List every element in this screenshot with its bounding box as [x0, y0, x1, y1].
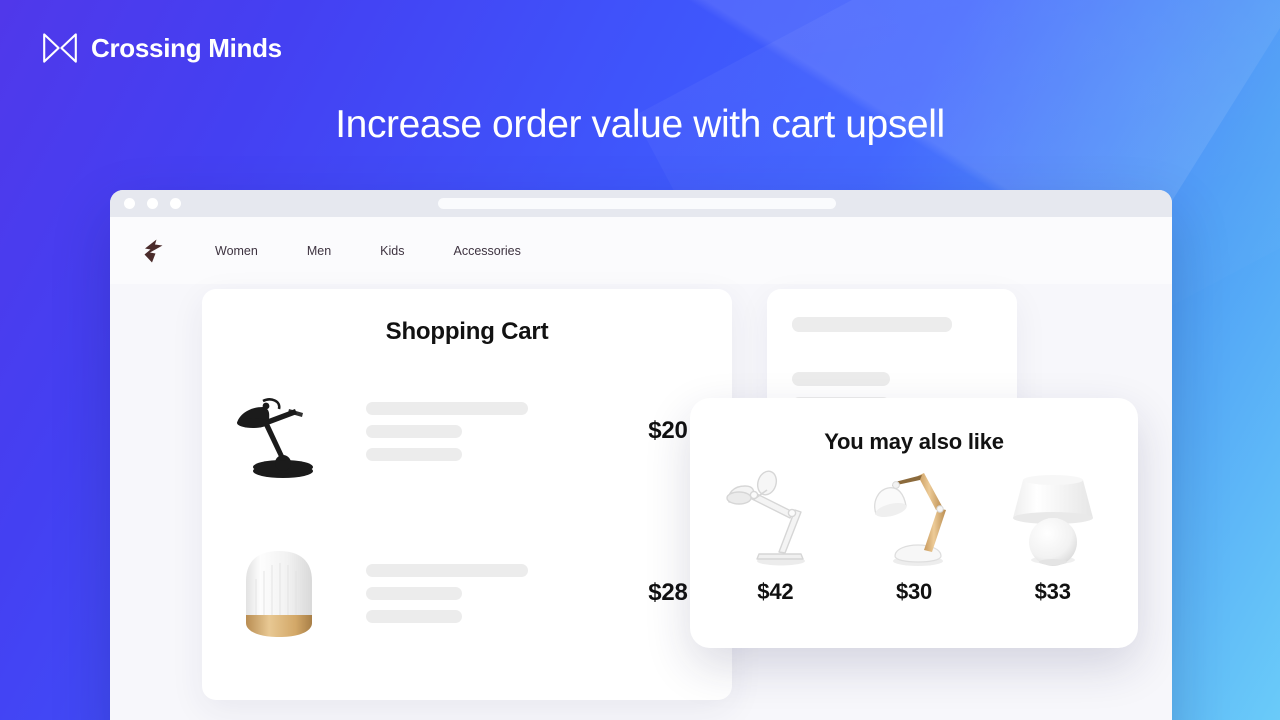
page-title: Increase order value with cart upsell: [335, 103, 945, 146]
shopping-cart-card: Shopping Cart $20 $28: [202, 289, 732, 700]
upsell-title: You may also like: [824, 429, 1004, 454]
cart-item-skeleton: [366, 401, 604, 461]
address-bar[interactable]: [438, 198, 836, 209]
cart-item-skeleton: [366, 563, 604, 623]
skeleton-line: [792, 317, 952, 332]
skeleton-line: [366, 424, 462, 438]
black-desk-lamp-icon: [220, 383, 338, 479]
window-controls: [124, 198, 181, 209]
skeleton-line: [366, 447, 462, 461]
nav-link-men[interactable]: Men: [307, 244, 331, 258]
skeleton-line: [366, 563, 528, 577]
window-dot-close[interactable]: [124, 198, 135, 209]
recommendation-price: $30: [895, 579, 933, 604]
skeleton-line: [792, 372, 890, 386]
recommendation-list: $42 $30 $33: [690, 465, 1138, 605]
cart-item-row[interactable]: $20: [202, 379, 732, 483]
nav-link-accessories[interactable]: Accessories: [454, 244, 521, 258]
site-navbar: Women Men Kids Accessories: [110, 217, 1172, 284]
skeleton-line: [366, 586, 462, 600]
window-dot-minimize[interactable]: [147, 198, 158, 209]
window-dot-maximize[interactable]: [170, 198, 181, 209]
brand-name: Crossing Minds: [91, 32, 282, 63]
white-architect-lamp-icon: [723, 465, 827, 571]
nav-link-kids[interactable]: Kids: [380, 244, 404, 258]
crossing-minds-butterfly-icon: [43, 33, 77, 63]
lightning-bolt-icon[interactable]: [143, 239, 165, 263]
nav-link-women[interactable]: Women: [215, 244, 258, 258]
browser-titlebar: [110, 190, 1172, 217]
cart-item-row[interactable]: $28: [202, 541, 732, 645]
brand-logo: Crossing Minds: [42, 31, 282, 65]
recommendation-item[interactable]: $42: [706, 465, 845, 605]
upsell-recommendation-panel: You may also like $42 $30 $33: [690, 398, 1138, 648]
wood-white-desk-lamp-icon: [862, 465, 966, 571]
cart-title: Shopping Cart: [385, 318, 549, 345]
recommendation-price: $42: [757, 579, 794, 604]
recommendation-price: $33: [1034, 579, 1071, 604]
recommendation-item[interactable]: $30: [845, 465, 984, 605]
white-ribbed-speaker-icon: [220, 545, 338, 641]
recommendation-item[interactable]: $33: [983, 465, 1122, 605]
promo-banner: Crossing Minds Increase order value with…: [0, 0, 1280, 720]
skeleton-line: [366, 609, 462, 623]
white-table-lamp-icon: [1001, 465, 1105, 571]
skeleton-line: [366, 401, 528, 415]
